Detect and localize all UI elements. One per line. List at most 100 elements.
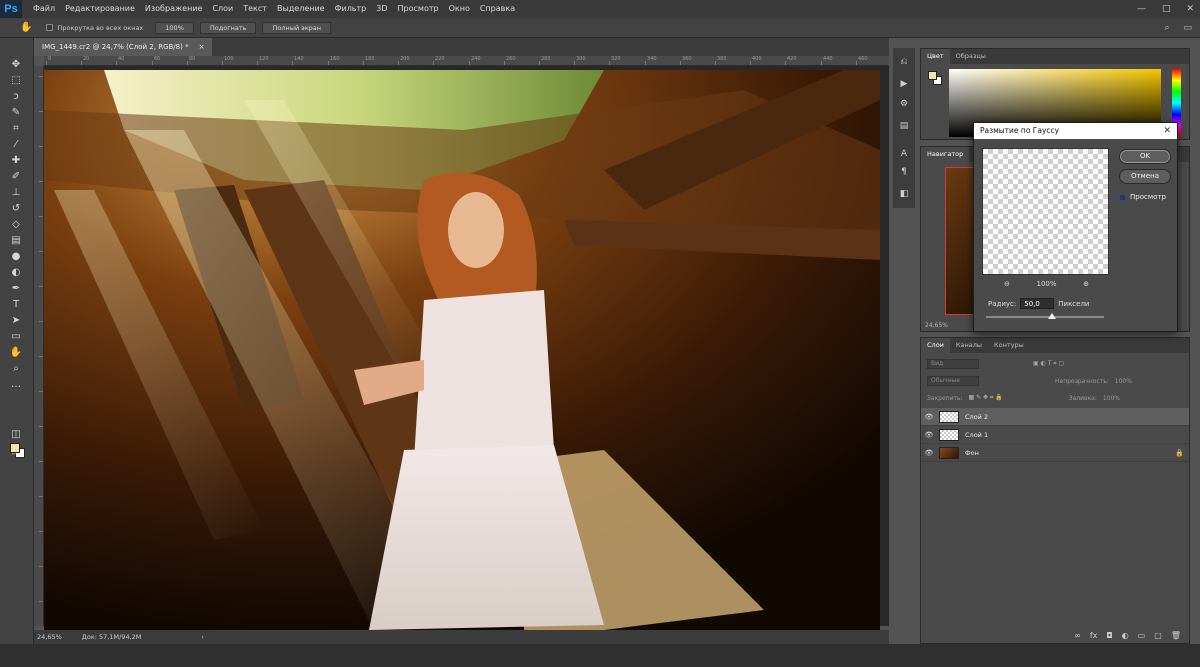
tab-paths[interactable]: Контуры xyxy=(988,338,1030,353)
eraser-tool-icon[interactable]: ◇ xyxy=(9,218,23,232)
history-icon[interactable]: ⎌ xyxy=(898,56,910,68)
document-image[interactable] xyxy=(44,70,880,630)
menu-filter[interactable]: Фильтр xyxy=(330,0,372,18)
more-tools-icon[interactable]: … xyxy=(9,378,23,392)
new-group-icon[interactable]: ▭ xyxy=(1138,631,1146,640)
quick-mask-icon[interactable]: ◫ xyxy=(9,428,23,442)
preview-checkbox[interactable]: Просмотр xyxy=(1119,193,1166,201)
canvas-area[interactable] xyxy=(44,66,889,630)
status-zoom[interactable]: 24,65% xyxy=(37,633,62,641)
healing-tool-icon[interactable]: ✚ xyxy=(9,154,23,168)
dodge-tool-icon[interactable]: ◐ xyxy=(9,266,23,280)
tab-layers[interactable]: Слои xyxy=(921,338,950,353)
properties-icon[interactable]: ▤ xyxy=(898,120,910,132)
layer-row-sloy2[interactable]: 👁 Слой 2 xyxy=(921,408,1189,426)
menu-layers[interactable]: Слои xyxy=(207,0,238,18)
eyedropper-tool-icon[interactable]: ⁄ xyxy=(9,138,23,152)
radius-input[interactable] xyxy=(1020,298,1055,309)
add-mask-icon[interactable]: ◘ xyxy=(1106,631,1112,640)
adjustments-icon[interactable]: ⚙ xyxy=(898,98,910,110)
menu-view[interactable]: Просмотр xyxy=(393,0,444,18)
cancel-button[interactable]: Отмена xyxy=(1119,169,1171,184)
lock-icons[interactable]: ▦ ✎ ✥ ⌗ 🔒 xyxy=(969,394,1003,402)
brush-tool-icon[interactable]: ✐ xyxy=(9,170,23,184)
menu-edit[interactable]: Редактирование xyxy=(60,0,140,18)
paragraph-icon[interactable]: ¶ xyxy=(898,166,910,178)
ok-button[interactable]: OK xyxy=(1119,149,1171,164)
clone-stamp-tool-icon[interactable]: ⊥ xyxy=(9,186,23,200)
filter-icons[interactable]: ▣ ◐ T ⌗ ▢ xyxy=(1033,360,1064,368)
fit-screen-button[interactable]: Подогнать xyxy=(199,21,257,34)
zoom-in-icon[interactable]: ⊕ xyxy=(1083,280,1089,288)
menu-window[interactable]: Окно xyxy=(444,0,475,18)
delete-layer-icon[interactable]: 🗑 xyxy=(1171,631,1181,640)
shape-tool-icon[interactable]: ▭ xyxy=(9,330,23,344)
menu-3d[interactable]: 3D xyxy=(371,0,392,18)
pen-tool-icon[interactable]: ✒ xyxy=(9,282,23,296)
close-icon[interactable]: ✕ xyxy=(1186,0,1194,18)
hand-tool-icon[interactable]: ✋ xyxy=(9,346,23,360)
lock-icon: 🔒 xyxy=(1175,448,1184,457)
layer-style-icon[interactable]: fx xyxy=(1090,631,1098,640)
visibility-eye-icon[interactable]: 👁 xyxy=(921,449,937,457)
path-select-tool-icon[interactable]: ➤ xyxy=(9,314,23,328)
history-brush-tool-icon[interactable]: ↺ xyxy=(9,202,23,216)
visibility-eye-icon[interactable]: 👁 xyxy=(921,431,937,439)
link-layers-icon[interactable]: ∞ xyxy=(1074,631,1081,640)
tab-channels[interactable]: Каналы xyxy=(950,338,988,353)
hand-tool-icon[interactable]: ✋ xyxy=(20,22,32,33)
gradient-tool-icon[interactable]: ▤ xyxy=(9,234,23,248)
styles-icon[interactable]: ◧ xyxy=(898,188,910,200)
quick-select-tool-icon[interactable]: ✎ xyxy=(9,106,23,120)
layer-filter-select[interactable]: Вид xyxy=(927,359,979,369)
workspace-icon[interactable]: ▭ xyxy=(1183,18,1192,38)
tab-swatches[interactable]: Образцы xyxy=(950,49,992,64)
fill-screen-button[interactable]: Полный экран xyxy=(262,21,332,34)
ruler-label: 300 xyxy=(576,56,586,62)
crop-tool-icon[interactable]: ⌗ xyxy=(9,122,23,136)
zoom-tool-icon[interactable]: ⌕ xyxy=(9,362,23,376)
tab-close-icon[interactable]: × xyxy=(199,38,205,56)
lasso-tool-icon[interactable]: ↄ xyxy=(9,90,23,104)
menu-image[interactable]: Изображение xyxy=(140,0,208,18)
new-layer-icon[interactable]: ▢ xyxy=(1154,631,1162,640)
layer-row-sloy1[interactable]: 👁 Слой 1 xyxy=(921,426,1189,444)
menu-help[interactable]: Справка xyxy=(475,0,520,18)
minimize-icon[interactable]: — xyxy=(1137,0,1146,18)
zoom-out-icon[interactable]: ⊖ xyxy=(1004,280,1010,288)
type-tool-icon[interactable]: T xyxy=(9,298,23,312)
menu-select[interactable]: Выделение xyxy=(272,0,330,18)
radius-slider-thumb[interactable] xyxy=(1048,313,1056,319)
status-arrow-icon[interactable]: › xyxy=(201,633,204,641)
scroll-all-windows-checkbox[interactable]: Прокрутка во всех окнах xyxy=(46,24,143,32)
checkbox-box[interactable] xyxy=(46,24,54,31)
foreground-color-swatch[interactable] xyxy=(10,443,20,453)
menu-file[interactable]: Файл xyxy=(28,0,60,18)
maximize-icon[interactable]: □ xyxy=(1162,0,1171,18)
zoom-100-button[interactable]: 100% xyxy=(155,21,194,34)
navigator-zoom[interactable]: 24,65% xyxy=(925,322,948,329)
document-tab[interactable]: IMG_1449.cr2 @ 24,7% (Слой 2, RGB/8) * × xyxy=(34,38,213,56)
menu-type[interactable]: Текст xyxy=(238,0,272,18)
radius-slider[interactable] xyxy=(986,313,1104,319)
actions-icon[interactable]: ▶ xyxy=(898,78,910,90)
blur-tool-icon[interactable]: ● xyxy=(9,250,23,264)
adjustment-layer-icon[interactable]: ◐ xyxy=(1122,631,1129,640)
tab-navigator[interactable]: Навигатор xyxy=(921,147,970,162)
visibility-eye-icon[interactable]: 👁 xyxy=(921,413,937,421)
layer-row-background[interactable]: 👁 Фон 🔒 xyxy=(921,444,1189,462)
move-tool-icon[interactable]: ✥ xyxy=(9,58,23,72)
opacity-value[interactable]: 100% xyxy=(1115,378,1132,385)
preview-checkbox-box[interactable] xyxy=(1119,193,1126,201)
ruler-label: 180 xyxy=(365,56,375,62)
color-panel-foreground-swatch[interactable] xyxy=(928,71,937,80)
tab-color[interactable]: Цвет xyxy=(921,49,950,64)
fill-value[interactable]: 100% xyxy=(1103,395,1120,402)
blend-mode-select[interactable]: Обычные xyxy=(927,376,979,386)
dialog-titlebar[interactable]: Размытие по Гауссу ✕ xyxy=(974,123,1177,139)
blur-preview[interactable] xyxy=(982,148,1109,275)
search-icon[interactable]: ⌕ xyxy=(1164,18,1169,38)
dialog-close-icon[interactable]: ✕ xyxy=(1163,123,1171,139)
character-icon[interactable]: A xyxy=(898,148,910,160)
marquee-tool-icon[interactable]: ⬚ xyxy=(9,74,23,88)
